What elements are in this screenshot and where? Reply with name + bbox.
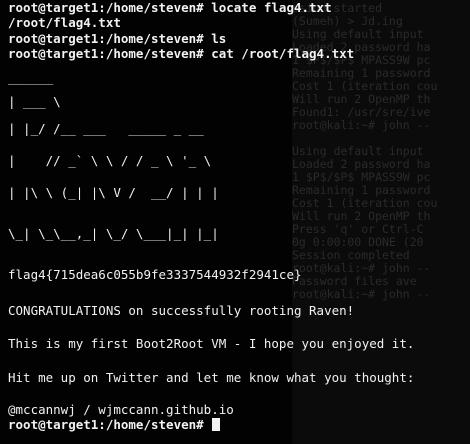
command-line-locate: root@target1:/home/steven# locate flag4.… bbox=[8, 0, 332, 15]
terminal-window[interactable]: ssion.started (Sumeh) > Jd.ing Using defau… bbox=[0, 0, 470, 444]
author-message: This is my first Boot2Root VM - I hope y… bbox=[8, 336, 415, 351]
ascii-art-line-5: | |\ \ (_| |\ V / __/ | | | bbox=[8, 185, 219, 200]
ascii-art-line-4: | // _` \ \ / / _ \ '_ \ bbox=[8, 153, 212, 168]
ascii-art-line-2: | ___ \ bbox=[8, 94, 61, 109]
flag-text: flag4{715dea6c055b9fe3337544932f2941ce} bbox=[8, 267, 302, 282]
ascii-art-line-1: ______ bbox=[8, 70, 54, 85]
ascii-art-line-6: \_| \_\__,_| \_/ \___|_| |_| bbox=[8, 226, 219, 241]
text-cursor bbox=[212, 418, 221, 431]
command-line-ls: root@target1:/home/steven# ls bbox=[8, 31, 227, 46]
twitter-message: Hit me up on Twitter and let me know wha… bbox=[8, 370, 415, 385]
congratulations-text: CONGRATULATIONS on successfully rooting … bbox=[8, 303, 355, 318]
author-handle: @mccannwj / wjmccann.github.io bbox=[8, 402, 234, 417]
command-prompt[interactable]: root@target1:/home/steven# bbox=[8, 417, 221, 432]
command-line-cat: root@target1:/home/steven# cat /root/fla… bbox=[8, 46, 355, 61]
prompt-text: root@target1:/home/steven# bbox=[8, 417, 212, 432]
output-locate-result: /root/flag4.txt bbox=[8, 15, 121, 30]
terminal-output: root@target1:/home/steven# locate flag4.… bbox=[8, 0, 470, 444]
ascii-art-line-3: | |_/ /__ ___ _____ _ __ bbox=[8, 121, 204, 136]
